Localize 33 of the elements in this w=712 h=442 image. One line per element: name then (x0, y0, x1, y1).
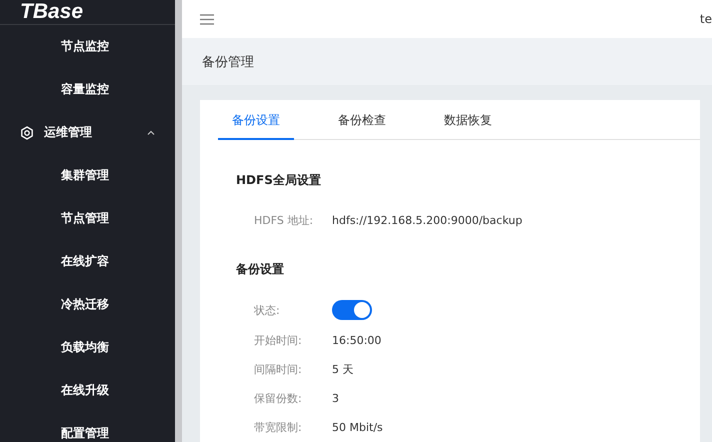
field-label: 开始时间: (254, 332, 303, 348)
field-value: 3 (332, 392, 339, 404)
gear-icon (20, 126, 34, 140)
field-value: 50 Mbit/s (332, 420, 383, 434)
field-label: HDFS 地址: (254, 212, 314, 228)
scrollbar[interactable] (175, 0, 182, 442)
field-label: 带宽限制: (254, 420, 303, 434)
field-label: 状态: (254, 302, 281, 318)
field-value: hdfs://192.168.5.200:9000/backup (332, 214, 522, 226)
tab[interactable]: 数据恢复 (430, 100, 506, 140)
menu-icon[interactable] (200, 14, 214, 24)
toggle-switch[interactable] (332, 300, 372, 320)
sidebar-item[interactable]: 负载均衡 (0, 326, 175, 369)
tab[interactable]: 备份检查 (324, 100, 400, 140)
tab[interactable]: 备份设置 (218, 100, 294, 140)
section-title: 备份设置 (236, 261, 285, 278)
sidebar-item[interactable]: 节点监控 (0, 25, 175, 68)
sidebar-item[interactable]: 配置管理 (0, 412, 175, 442)
field-value: 16:50:00 (332, 334, 382, 346)
field-value: 5 天 (332, 362, 354, 376)
sidebar-item[interactable]: 在线升级 (0, 369, 175, 412)
sidebar-item[interactable]: 集群管理 (0, 154, 175, 197)
field-label: 间隔时间: (254, 362, 303, 376)
logo: TBase (20, 0, 84, 24)
user-name[interactable]: te (700, 12, 712, 26)
section-title: HDFS全局设置 (236, 172, 322, 189)
sidebar-item[interactable]: 在线扩容 (0, 240, 175, 283)
page-title: 备份管理 (202, 54, 254, 70)
sidebar-item[interactable]: 节点管理 (0, 197, 175, 240)
field-label: 保留份数: (254, 390, 303, 406)
sidebar-item[interactable]: 冷热迁移 (0, 283, 175, 326)
sidebar-item[interactable]: 运维管理 (0, 111, 175, 154)
sidebar-item[interactable]: 容量监控 (0, 68, 175, 111)
